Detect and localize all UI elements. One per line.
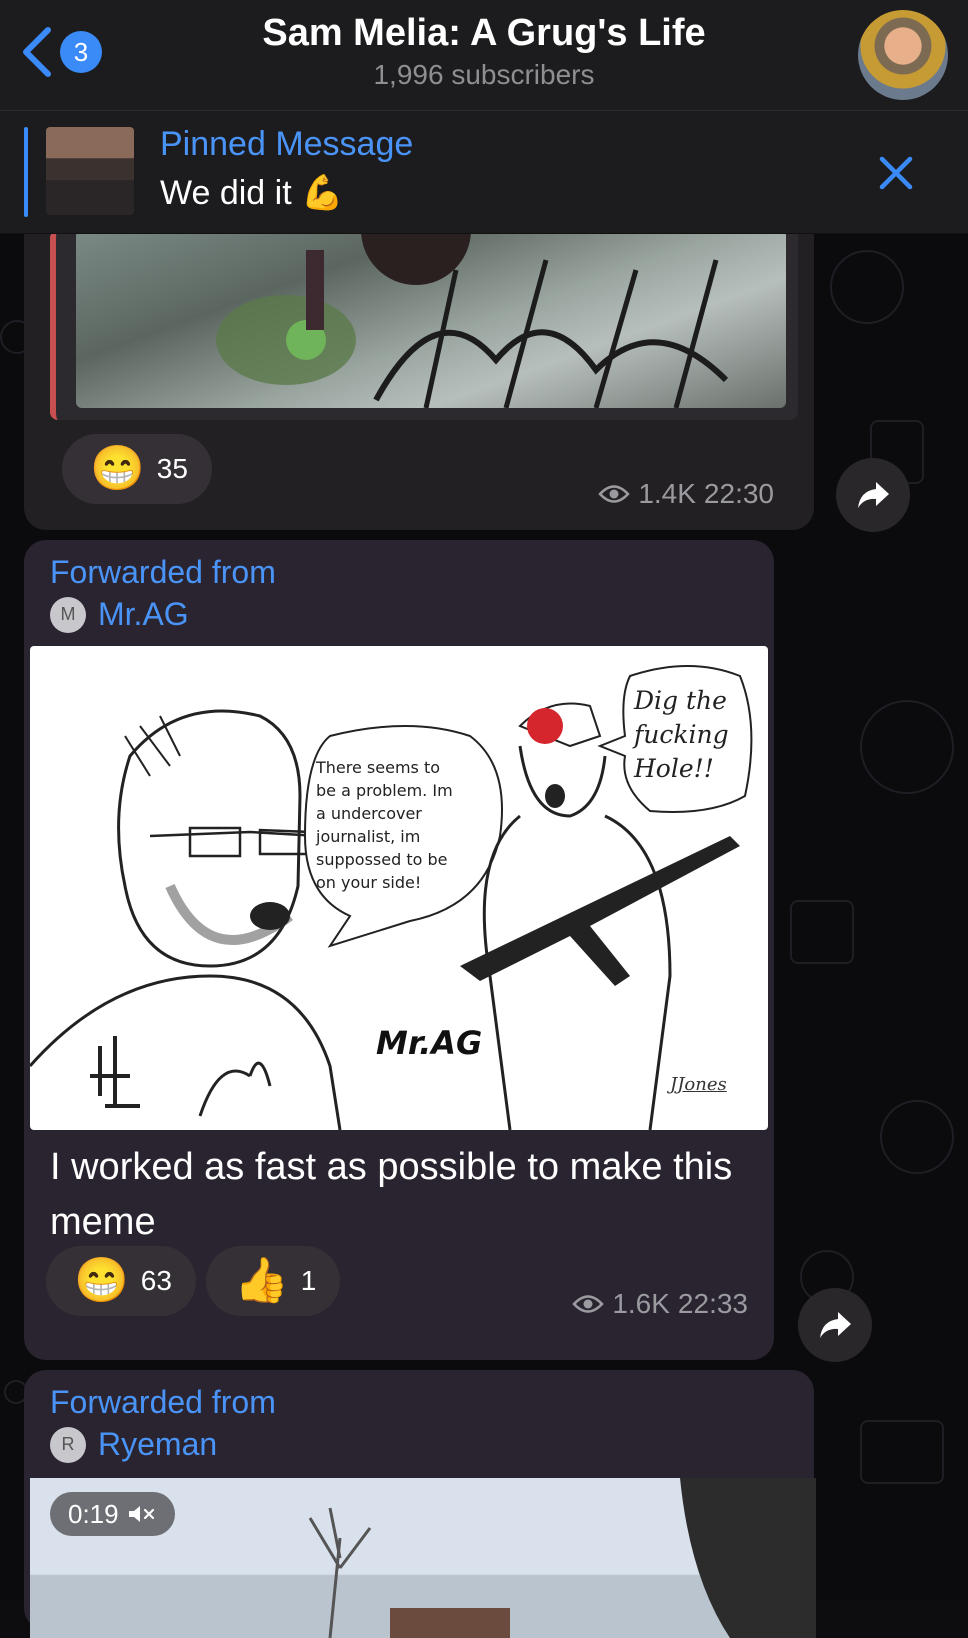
share-arrow-icon [858,482,889,508]
message-bubble: Forwarded from R Ryeman 0:19 [24,1370,816,1638]
pinned-label: Pinned Message [160,125,414,163]
share-arrow-icon [820,1312,851,1338]
video-preview[interactable]: 0:19 [30,1478,816,1638]
message-bubble: Forwarded from M Mr.AG There seems to be… [24,540,774,1360]
reaction-count: 35 [156,453,188,484]
channel-info[interactable]: Sam Melia: A Grug's Life 1,996 subscribe… [0,12,968,91]
forwarded-label: Forwarded from [50,554,276,590]
message-bubble: 😁 35 1.4K 22:30 [24,200,814,530]
subscriber-count: 1,996 subscribers [373,59,595,90]
forwarded-source[interactable]: M Mr.AG [50,596,189,633]
reaction-count: 63 [140,1265,172,1296]
meme-speech-right: Dig the fucking Hole!! [634,686,729,783]
pinned-thumbnail [46,127,134,215]
meme-artist: JJones [670,1074,727,1095]
chat-header: 3 Sam Melia: A Grug's Life 1,996 subscri… [0,0,968,111]
view-count: 1.6K [612,1288,670,1319]
thumbs-up-emoji: 👍 [234,1256,289,1305]
grinning-face-emoji: 😁 [74,1256,129,1305]
video-duration-badge[interactable]: 0:19 [50,1492,175,1536]
message-time: 22:33 [677,1288,748,1319]
message-time: 22:30 [703,478,774,509]
share-button[interactable] [798,1288,872,1362]
meme-speech-left: There seems to be a problem. Im a underc… [316,758,453,892]
reaction-button[interactable]: 😁 35 [62,434,212,504]
meme-signature: Mr.AG [376,1024,483,1062]
video-thumbnail [76,230,786,408]
source-name: Ryeman [98,1426,218,1462]
muted-speaker-icon [128,1506,154,1522]
forwarded-label: Forwarded from [50,1384,276,1420]
channel-title: Sam Melia: A Grug's Life [262,12,706,54]
source-avatar: R [50,1426,86,1463]
grinning-face-emoji: 😁 [90,444,145,493]
embedded-video-card[interactable] [50,230,798,420]
view-count: 1.4K [638,478,696,509]
reaction-count: 1 [300,1265,317,1296]
pinned-message-bar[interactable]: Pinned Message We did it 💪 [0,111,968,234]
video-duration: 0:19 [68,1498,119,1529]
reaction-button[interactable]: 😁 63 [46,1246,196,1316]
reaction-button[interactable]: 👍 1 [206,1246,341,1316]
share-button[interactable] [836,458,910,532]
source-avatar: M [50,596,86,633]
message-meta: 1.4K 22:30 [598,478,774,510]
pinned-text: We did it 💪 [160,174,344,212]
meme-image[interactable]: There seems to be a problem. Im a underc… [30,646,768,1130]
message-caption: I worked as fast as possible to make thi… [50,1146,733,1244]
close-icon[interactable] [876,153,916,193]
pinned-indicator [24,127,28,217]
eye-icon [572,1295,605,1313]
message-meta: 1.6K 22:33 [572,1288,748,1320]
source-name: Mr.AG [98,596,189,632]
eye-icon [598,485,631,503]
channel-avatar[interactable] [858,10,948,100]
forwarded-source[interactable]: R Ryeman [50,1426,217,1463]
